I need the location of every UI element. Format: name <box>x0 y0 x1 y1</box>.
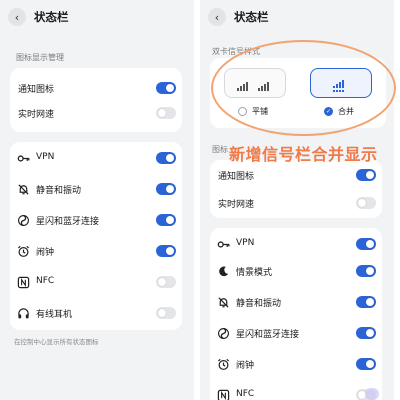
key-icon <box>16 151 30 165</box>
row-nfc[interactable]: NFC <box>210 383 382 400</box>
row-alarm[interactable]: 闹钟 <box>10 239 182 263</box>
toggle-switch[interactable] <box>356 238 376 250</box>
page-title: 状态栏 <box>34 10 69 24</box>
row-notification-icons[interactable]: 通知图标 <box>210 163 382 187</box>
row-silent-vibrate[interactable]: 静音和振动 <box>10 177 182 201</box>
row-label: 星闪和蓝牙连接 <box>36 217 100 227</box>
row-notification-icons[interactable]: 通知图标 <box>10 76 182 100</box>
row-label: VPN <box>36 152 55 162</box>
row-label: 闹钟 <box>236 361 255 371</box>
row-label: 情景模式 <box>236 268 273 278</box>
toggle-switch[interactable] <box>356 197 376 209</box>
alarm-icon <box>16 244 30 258</box>
section-label-icons: 图标显示管理 <box>16 53 64 62</box>
row-label: 星闪和蓝牙连接 <box>236 330 300 340</box>
headphones-icon <box>16 306 30 320</box>
row-label: 静音和振动 <box>36 186 82 196</box>
row-label: 通知图标 <box>218 172 255 182</box>
back-button[interactable]: ‹ <box>208 8 226 26</box>
card-icon-display: 通知图标 实时网速 <box>210 160 382 218</box>
chevron-left-icon: ‹ <box>14 10 20 24</box>
alarm-icon <box>216 357 230 371</box>
nfc-icon <box>16 275 30 289</box>
row-label: 实时网速 <box>218 200 255 210</box>
toggle-switch[interactable] <box>156 107 176 119</box>
header: ‹ 状态栏 <box>200 0 394 36</box>
section-label-icons: 图标 <box>212 145 228 154</box>
highlight-oval <box>211 40 396 136</box>
moon-icon <box>216 264 230 278</box>
toggle-switch[interactable] <box>356 265 376 277</box>
toggle-switch[interactable] <box>356 327 376 339</box>
key-icon <box>216 237 230 251</box>
row-label: 通知图标 <box>18 85 55 95</box>
row-alarm[interactable]: 闹钟 <box>210 352 382 376</box>
toggle-switch[interactable] <box>356 358 376 370</box>
row-vpn[interactable]: VPN <box>10 146 182 170</box>
link-icon <box>216 326 230 340</box>
toggle-switch[interactable] <box>156 214 176 226</box>
card-status-icons: VPN 情景模式 静音和振动 星闪和蓝牙连接 闹钟 NFC <box>210 228 382 400</box>
row-network-speed[interactable]: 实时网速 <box>10 101 182 125</box>
row-network-speed[interactable]: 实时网速 <box>210 191 382 215</box>
bell-mute-icon <box>16 182 30 196</box>
card-icon-display: 通知图标 实时网速 <box>10 68 182 132</box>
page-title: 状态栏 <box>234 10 269 24</box>
nfc-icon <box>216 388 230 400</box>
row-scene-mode[interactable]: 情景模式 <box>210 259 382 283</box>
row-label: NFC <box>236 389 255 399</box>
row-label: 实时网速 <box>18 110 55 120</box>
toggle-switch[interactable] <box>156 307 176 319</box>
footer-note: 在控制中心显示所有状态图标 <box>14 338 99 346</box>
header: ‹ 状态栏 <box>0 0 194 36</box>
row-label: VPN <box>236 238 255 248</box>
left-screen: ‹ 状态栏 图标显示管理 通知图标 实时网速 VPN 静音和振动 星闪和蓝牙连接… <box>0 0 194 400</box>
row-vpn[interactable]: VPN <box>210 232 382 256</box>
bell-mute-icon <box>216 295 230 309</box>
row-label: NFC <box>36 276 55 286</box>
row-nearlink-bluetooth[interactable]: 星闪和蓝牙连接 <box>10 208 182 232</box>
toggle-switch[interactable] <box>356 169 376 181</box>
back-button[interactable]: ‹ <box>8 8 26 26</box>
row-wired-headset[interactable]: 有线耳机 <box>10 301 182 325</box>
row-nearlink-bluetooth[interactable]: 星闪和蓝牙连接 <box>210 321 382 345</box>
toggle-switch[interactable] <box>156 183 176 195</box>
row-nfc[interactable]: NFC <box>10 270 182 294</box>
annotation-text: 新增信号栏合并显示 <box>229 145 378 164</box>
toggle-switch[interactable] <box>356 296 376 308</box>
chevron-left-icon: ‹ <box>214 10 220 24</box>
row-label: 有线耳机 <box>36 310 73 320</box>
toggle-switch[interactable] <box>156 276 176 288</box>
row-label: 静音和振动 <box>236 299 282 309</box>
row-label: 闹钟 <box>36 248 55 258</box>
toggle-switch[interactable] <box>156 245 176 257</box>
row-silent-vibrate[interactable]: 静音和振动 <box>210 290 382 314</box>
toggle-switch[interactable] <box>156 152 176 164</box>
card-status-icons: VPN 静音和振动 星闪和蓝牙连接 闹钟 NFC 有线耳机 <box>10 142 182 330</box>
link-icon <box>16 213 30 227</box>
toggle-switch[interactable] <box>156 82 176 94</box>
scrollbar-thumb[interactable] <box>365 388 379 400</box>
